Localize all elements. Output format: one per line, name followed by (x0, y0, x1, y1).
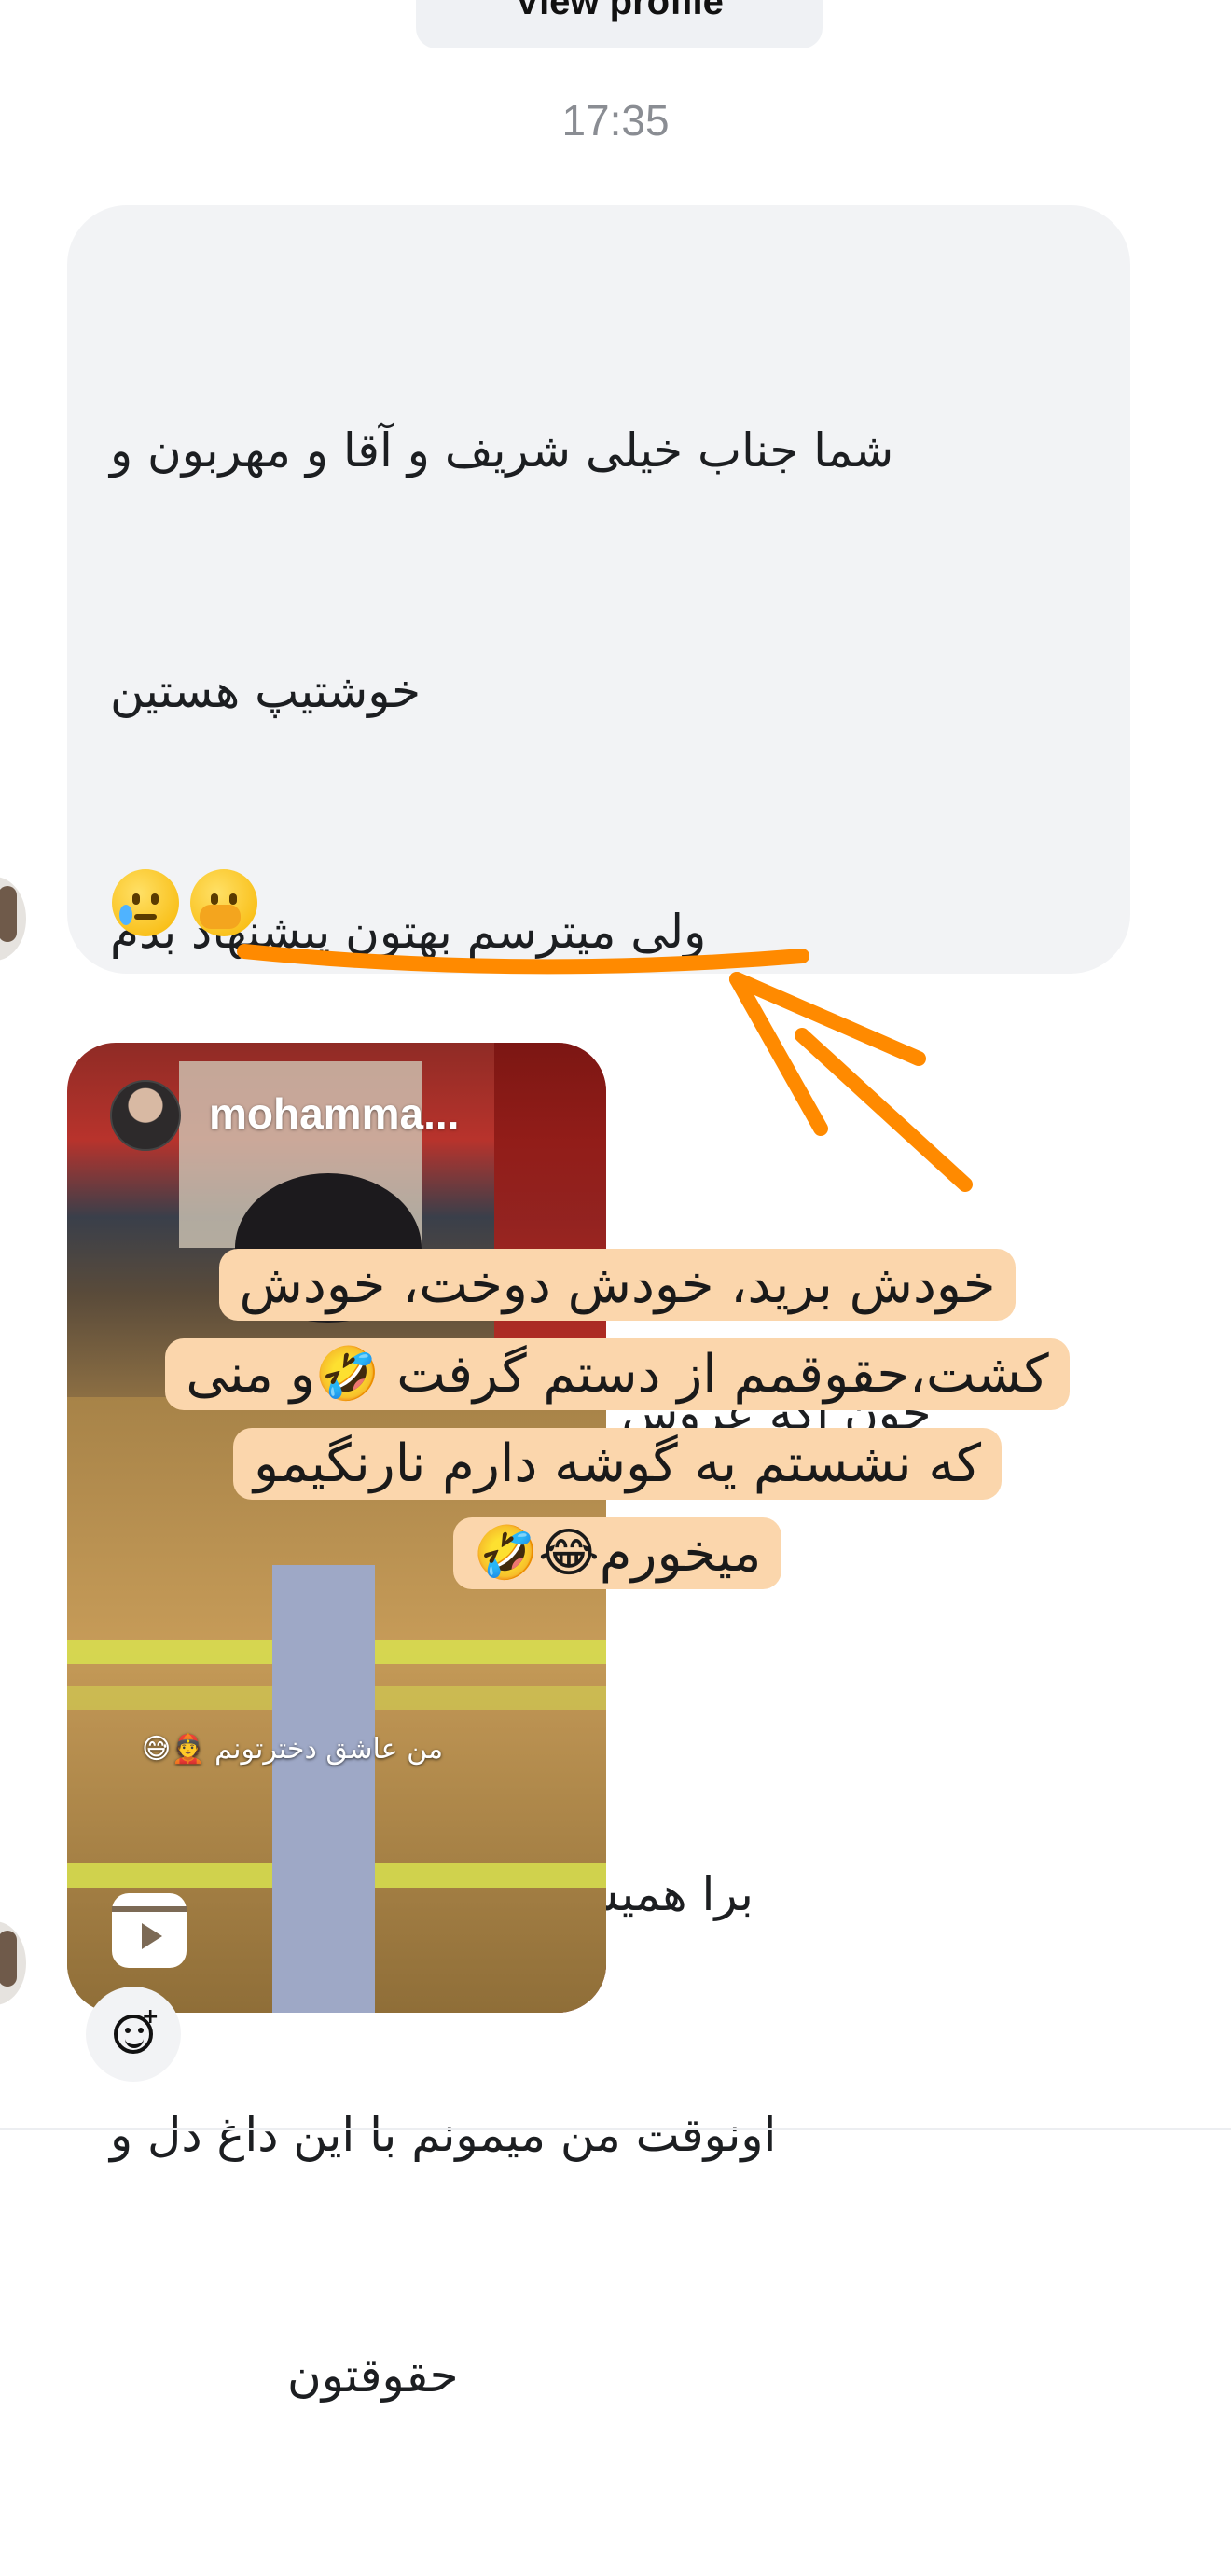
sender-avatar[interactable] (0, 877, 26, 961)
message-bubble[interactable]: شما جناب خیلی شریف و آقا و مهربون و خوشت… (67, 205, 1130, 2403)
overlay-text-sticker: خودش برید، خودش دوخت، خودش کشت،حقوقمم از… (97, 1240, 1138, 1641)
hand-over-mouth-icon (190, 869, 257, 936)
sticker-line: خودش برید، خودش دوخت، خودش (218, 1249, 1017, 1321)
message-line: اونوقت من میمونم با این داغ دل و (110, 2108, 777, 2162)
message-line: خوشتیپ هستین (110, 664, 422, 718)
sticker-line: که نشستم یه گوشه دارم نارنگیمو (232, 1428, 1003, 1500)
sticker-line: کشت،حقوقمم از دستم گرفت 🤣و منی (165, 1338, 1070, 1410)
reel-author-avatar[interactable] (110, 1080, 181, 1151)
emoji-group (112, 869, 257, 936)
view-profile-button[interactable]: View profile (416, 0, 823, 48)
add-reaction-button[interactable]: + (86, 1987, 181, 2082)
message-line: شما جناب خیلی شریف و آقا و مهربون و (110, 423, 894, 478)
plus-icon: + (142, 2005, 159, 2029)
message-line: حقوقتون (287, 2348, 459, 2403)
sender-avatar[interactable] (0, 1921, 26, 2005)
message-timestamp: 17:35 (561, 96, 670, 145)
smiling-face-with-tear-icon (112, 869, 179, 936)
sticker-line: میخورم😂🤣 (452, 1517, 782, 1589)
reel-author-username[interactable]: mohamma... (209, 1080, 459, 1147)
reels-icon (112, 1893, 187, 1968)
reel-caption: من عاشق دخترتونم 👲😅 (142, 1733, 444, 1766)
divider (0, 2128, 1231, 2130)
